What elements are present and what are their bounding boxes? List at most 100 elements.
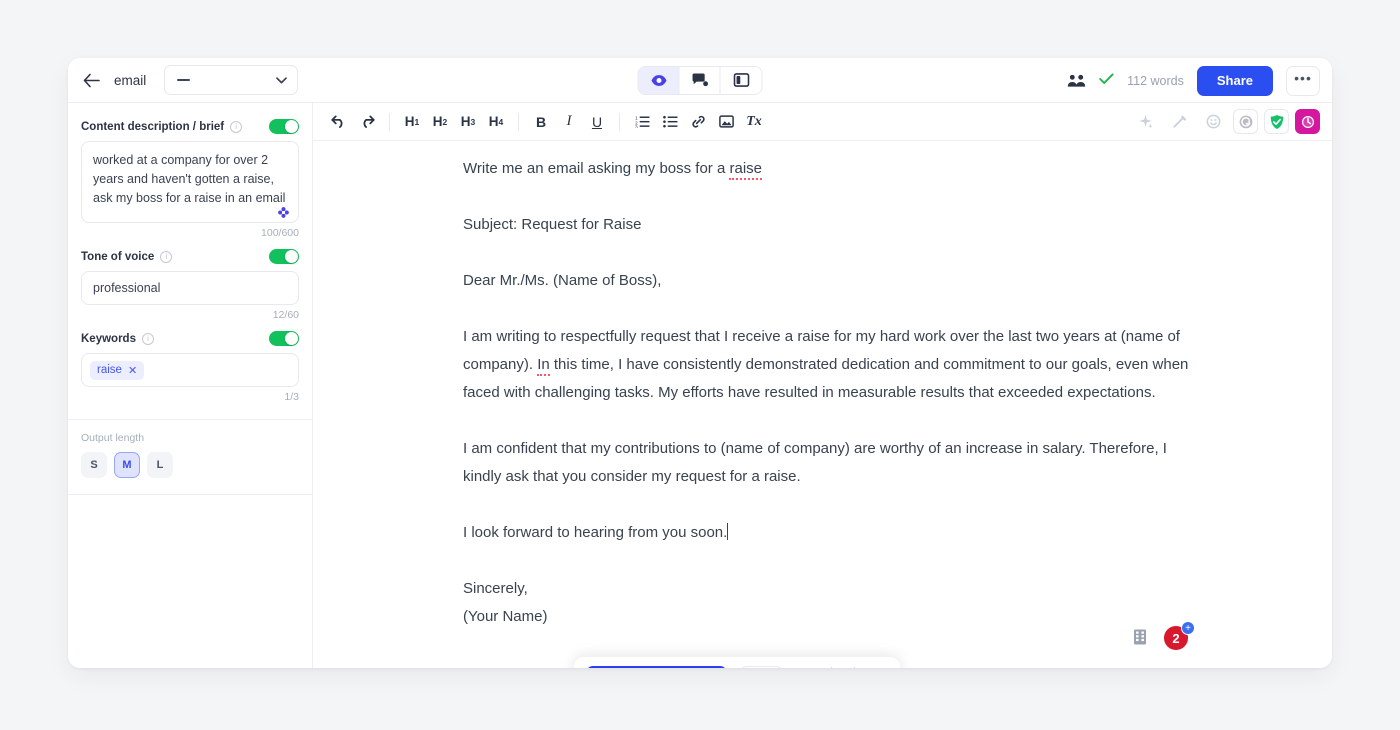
tab-split-view[interactable] (720, 66, 762, 94)
editor-toolbar: H1 H2 H3 H4 B I U 1 2 3 Tx (313, 103, 1332, 141)
grammarly-shield-icon[interactable] (1264, 109, 1289, 134)
redo-icon[interactable] (353, 108, 381, 136)
label-keywords: Keywords i (81, 332, 154, 345)
document-title[interactable]: email (114, 73, 146, 88)
share-button[interactable]: Share (1196, 65, 1273, 96)
clear-formatting-button[interactable]: Tx (740, 108, 768, 136)
arrow-left-icon[interactable] (80, 69, 102, 91)
paragraph-closing: I look forward to hearing from you soon. (463, 519, 1193, 547)
header-left-group: email (68, 65, 299, 95)
bullet-list-icon[interactable] (656, 108, 684, 136)
ordered-list-icon[interactable]: 1 2 3 (628, 108, 656, 136)
toggle-content-brief[interactable] (269, 119, 299, 134)
heading-level: 2 (442, 116, 448, 127)
notification-badge[interactable]: 2 + (1162, 621, 1195, 654)
label-text: Keywords (81, 332, 136, 345)
document-canvas[interactable]: Write me an email asking my boss for a r… (313, 141, 1332, 668)
keyword-chip[interactable]: raise ✕ (90, 360, 145, 380)
paragraph-subject: Subject: Request for Raise (463, 216, 642, 233)
heading-3-button[interactable]: H3 (454, 108, 482, 136)
compose-toolbar: Compose Output length S M L (574, 657, 900, 668)
info-icon[interactable]: i (141, 332, 154, 345)
underline-button[interactable]: U (583, 108, 611, 136)
spellcheck-error[interactable]: raise (729, 160, 762, 180)
toolbar-extensions (1131, 108, 1320, 136)
regenerate-button[interactable] (738, 666, 784, 668)
toggle-keywords[interactable] (269, 331, 299, 346)
label-tone: Tone of voice i (81, 250, 173, 263)
counter-keywords: 1/3 (284, 391, 299, 403)
toggle-knob (285, 250, 298, 263)
tone-value: professional (93, 281, 161, 295)
more-options-button[interactable]: ••• (1286, 65, 1320, 96)
info-icon[interactable]: i (230, 120, 243, 133)
output-length-group: S M L (81, 452, 299, 478)
paragraph-signoff: Sincerely, (463, 580, 528, 597)
link-icon[interactable] (684, 108, 712, 136)
bold-button[interactable]: B (527, 108, 555, 136)
content-brief-value: worked at a company for over 2 years and… (93, 153, 286, 205)
paragraph-salutation: Dear Mr./Ms. (Name of Boss), (463, 272, 662, 289)
content-brief-input[interactable]: worked at a company for over 2 years and… (81, 141, 299, 223)
paragraph-body-1: I am writing to respectfully request tha… (463, 323, 1193, 407)
label-text: Content description / brief (81, 120, 225, 133)
heading-2-button[interactable]: H2 (426, 108, 454, 136)
image-icon[interactable] (712, 108, 740, 136)
heading-level: 1 (414, 116, 420, 127)
header-right-group: 112 words Share ••• (1067, 58, 1320, 103)
toolbar-separator (619, 112, 620, 131)
magic-wand-icon[interactable] (1165, 108, 1193, 136)
grammar-circle-icon[interactable] (1233, 109, 1258, 134)
toggle-knob (285, 120, 298, 133)
undo-icon[interactable] (325, 108, 353, 136)
bottom-right-widgets: 2 + (1132, 621, 1195, 654)
app-header: email 112 words Share ••• (68, 58, 1332, 103)
label-text: Tone of voice (81, 250, 155, 263)
paragraph-text: Write me an email asking my boss for a (463, 160, 730, 177)
sparkle-icon[interactable] (1131, 108, 1159, 136)
tone-input[interactable]: professional (81, 271, 299, 305)
heading-level: 4 (498, 116, 504, 127)
output-size-l[interactable]: L (147, 452, 173, 478)
chevron-down-icon (276, 71, 288, 89)
people-icon[interactable] (1067, 74, 1086, 88)
heading-4-button[interactable]: H4 (482, 108, 510, 136)
tab-preview[interactable] (638, 66, 680, 94)
heading-1-button[interactable]: H1 (398, 108, 426, 136)
heading-level: 3 (470, 116, 476, 127)
sidebar-divider-bottom (68, 494, 312, 495)
counter-brief: 100/600 (261, 227, 299, 239)
settings-sidebar: Content description / brief i worked at … (68, 103, 313, 668)
badge-plus-icon: + (1181, 621, 1195, 635)
word-count: 112 words (1127, 73, 1184, 88)
toolbar-separator (518, 112, 519, 131)
document-type-select[interactable] (164, 65, 299, 95)
info-icon[interactable]: i (160, 250, 173, 263)
field-header-tone: Tone of voice i (81, 249, 299, 264)
document-content[interactable]: Write me an email asking my boss for a r… (463, 155, 1193, 631)
sidebar-divider (68, 419, 312, 420)
saved-check-icon (1099, 72, 1114, 90)
paragraph-prompt: Write me an email asking my boss for a r… (463, 155, 1193, 183)
plugin-badge-icon[interactable] (1295, 109, 1320, 134)
toggle-tone[interactable] (269, 249, 299, 264)
tab-comments[interactable] (679, 66, 721, 94)
close-icon[interactable]: ✕ (128, 364, 137, 377)
paragraph-body-2: I am confident that my contributions to … (463, 440, 1167, 485)
app-window: email 112 words Share ••• Content descri… (68, 58, 1332, 668)
ai-flower-icon (278, 205, 289, 218)
compose-button[interactable]: Compose (586, 666, 727, 668)
output-size-s[interactable]: S (81, 452, 107, 478)
paragraph-text: this time, I have consistently demonstra… (463, 356, 1189, 401)
field-header-keywords: Keywords i (81, 331, 299, 346)
paragraph-name: (Your Name) (463, 608, 548, 625)
italic-button[interactable]: I (555, 108, 583, 136)
toggle-knob (285, 332, 298, 345)
field-header-brief: Content description / brief i (81, 119, 299, 134)
emoji-icon[interactable] (1199, 108, 1227, 136)
editor-area: H1 H2 H3 H4 B I U 1 2 3 Tx Write me an e… (313, 103, 1332, 668)
keywords-input[interactable]: raise ✕ (81, 353, 299, 387)
spellcheck-error[interactable]: In (537, 356, 550, 376)
output-size-m[interactable]: M (114, 452, 140, 478)
building-icon[interactable] (1132, 628, 1148, 651)
